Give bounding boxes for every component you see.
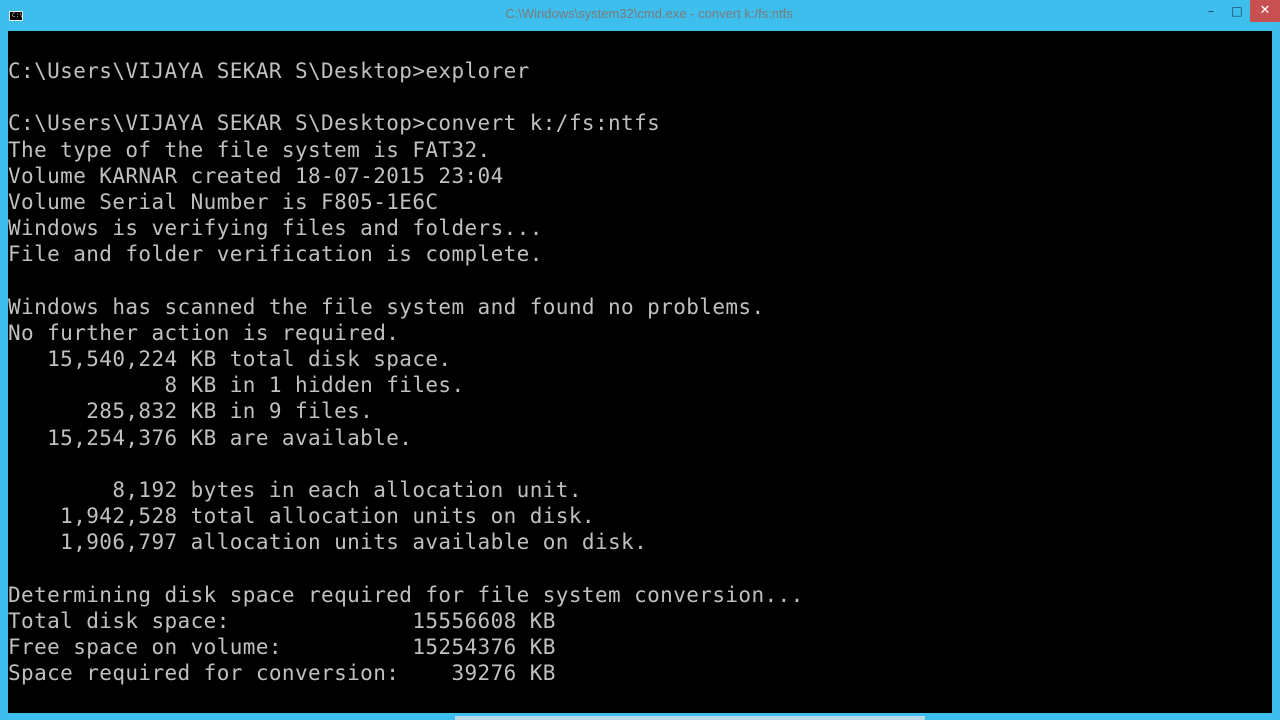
console-line: 8,192 bytes in each allocation unit. <box>8 478 582 502</box>
title-bar[interactable]: C:\ C:\Windows\system32\cmd.exe - conver… <box>0 0 1280 31</box>
console-line: Volume Serial Number is F805-1E6C <box>8 189 439 214</box>
horizontal-scrollbar-thumb[interactable] <box>455 716 925 720</box>
console-line: Windows is verifying files and folders..… <box>8 216 543 241</box>
minimize-button[interactable]: – <box>1198 0 1224 22</box>
console-line: Volume KARNAR created 18-07-2015 23:04 <box>8 163 504 188</box>
vertical-scrollbar[interactable] <box>1272 31 1280 713</box>
console-line: C:\Users\VIJAYA SEKAR S\Desktop>convert … <box>8 111 661 136</box>
console-line: 15,540,224 KB total disk space. <box>8 347 452 372</box>
console-line: 1,942,528 total allocation units on disk… <box>8 504 595 529</box>
console-line: C:\Users\VIJAYA SEKAR S\Desktop>explorer <box>8 59 530 83</box>
console-line: 15,254,376 KB are available. <box>8 425 413 450</box>
close-button[interactable]: ✕ <box>1250 0 1280 22</box>
console-line: File and folder verification is complete… <box>8 242 543 267</box>
console-line: The type of the file system is FAT32. <box>8 137 491 162</box>
console-line: Determining disk space required for file… <box>8 582 804 607</box>
console-line: Total disk space: 15556608 KB <box>8 608 556 633</box>
cmd-window: C:\ C:\Windows\system32\cmd.exe - conver… <box>0 0 1280 720</box>
maximize-button[interactable]: □ <box>1224 0 1250 22</box>
console-line: Free space on volume: 15254376 KB <box>8 635 556 660</box>
console-line: Space required for conversion: 39276 KB <box>8 661 556 686</box>
window-title: C:\Windows\system32\cmd.exe - convert k:… <box>505 6 793 21</box>
console-line: 285,832 KB in 9 files. <box>8 399 374 424</box>
console-line: No further action is required. <box>8 320 400 345</box>
console-lines: C:\Users\VIJAYA SEKAR S\Desktop>explorer… <box>8 58 804 687</box>
console-line: Windows has scanned the file system and … <box>8 294 765 319</box>
console-line: 1,906,797 allocation units available on … <box>8 530 648 555</box>
console-line: 8 KB in 1 hidden files. <box>8 373 465 398</box>
console-output-area[interactable]: C:\Users\VIJAYA SEKAR S\Desktop>explorer… <box>8 31 1272 713</box>
